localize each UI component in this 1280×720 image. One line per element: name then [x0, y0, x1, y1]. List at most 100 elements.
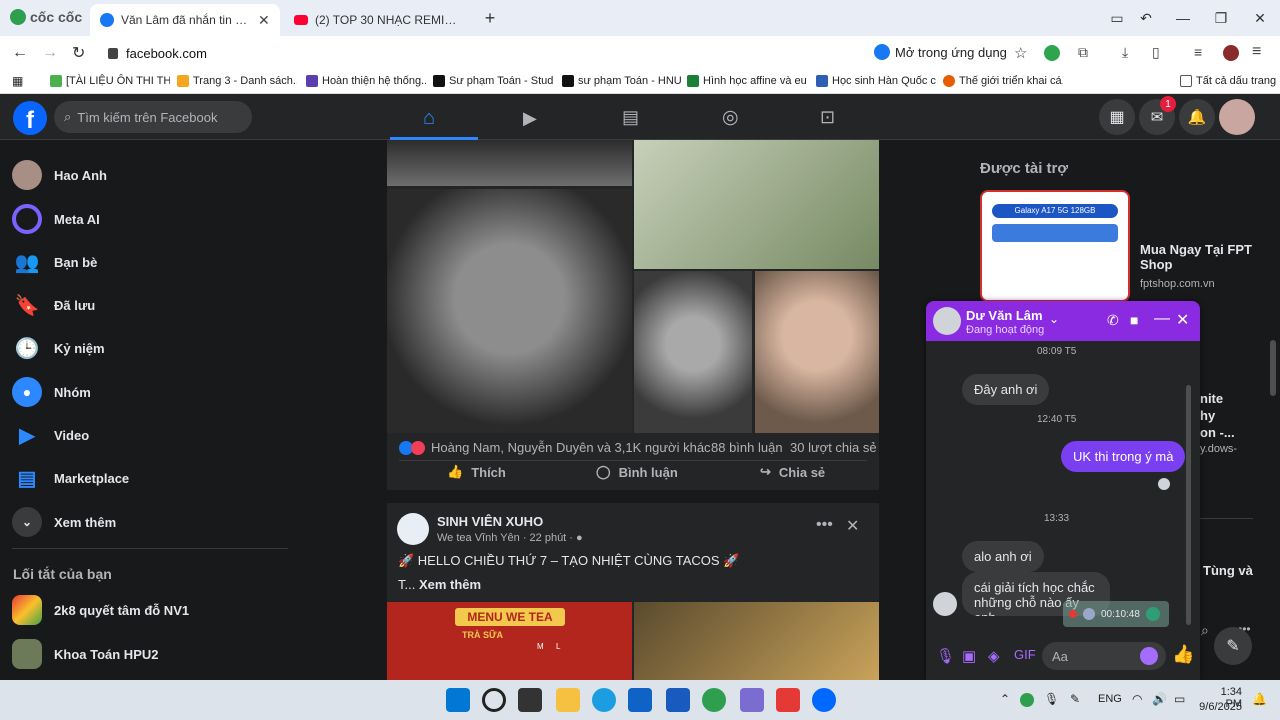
menu-grid-button[interactable]: ▦ — [1099, 99, 1135, 135]
comment-count[interactable]: 88 bình luận — [711, 440, 783, 455]
sidebar-item-see-more[interactable]: ⌄ Xem thêm — [12, 502, 116, 542]
chat-message[interactable]: UK thi trong ý mà — [1061, 441, 1186, 472]
mic-icon[interactable]: 🎙 — [1044, 692, 1059, 706]
maximize-button[interactable]: ❐ — [1211, 8, 1231, 28]
ad-image[interactable]: Galaxy A17 5G 128GB — [980, 190, 1130, 302]
snipping-tool-icon[interactable] — [740, 688, 764, 712]
reading-list-icon[interactable]: ≡ — [1194, 44, 1202, 60]
tab-marketplace[interactable]: ▤ — [622, 107, 639, 128]
bookmark-item[interactable]: Trang 3 - Danh sách... — [177, 72, 297, 90]
voice-recorder[interactable]: 00:10:48 — [1063, 601, 1169, 627]
profile-avatar[interactable] — [1223, 45, 1239, 61]
word-icon[interactable] — [666, 688, 690, 712]
bookmark-item[interactable]: Học sinh Hàn Quốc c... — [816, 72, 936, 90]
new-tab-button[interactable]: + — [480, 8, 500, 28]
menu-icon[interactable]: ≡ — [1252, 43, 1261, 61]
open-in-app-button[interactable]: Mở trong ứng dụng — [874, 44, 1007, 60]
battery-icon[interactable]: ▭ — [1174, 692, 1185, 706]
account-avatar[interactable] — [1219, 99, 1255, 135]
emoji-icon[interactable] — [1140, 647, 1158, 665]
minimize-chat-button[interactable]: — — [1154, 310, 1170, 328]
page-name[interactable]: SINH VIÊN XUHO — [437, 514, 543, 529]
sidebar-item-meta-ai[interactable]: Meta AI — [12, 199, 100, 239]
page-avatar[interactable] — [397, 513, 429, 545]
star-icon[interactable]: ☆ — [1014, 44, 1027, 62]
notification-icon[interactable]: 🔔 — [1252, 692, 1267, 706]
minimize-button[interactable]: — — [1173, 8, 1193, 28]
screen-capture-icon[interactable]: ▭ — [1107, 8, 1127, 28]
tab-gaming[interactable]: ⊡ — [820, 107, 835, 128]
tab-youtube[interactable]: (2) TOP 30 NHẠC REMIX TIKTOK — [284, 4, 474, 36]
chat-contact-name[interactable]: Dư Văn Lâm — [966, 308, 1043, 323]
download-badge-icon[interactable] — [1044, 45, 1060, 61]
chat-message[interactable]: alo anh ơi — [962, 541, 1044, 572]
video-call-icon[interactable]: ■ — [1130, 312, 1138, 328]
ad2-title[interactable]: nite — [1200, 391, 1223, 406]
tab-home[interactable]: ⌂ — [423, 107, 435, 130]
ad-title[interactable]: Mua Ngay Tại FPT Shop — [1140, 242, 1260, 272]
wifi-icon[interactable]: ◠ — [1132, 692, 1142, 706]
tray-icon[interactable] — [1020, 693, 1034, 707]
mic-icon[interactable]: 🎙 — [936, 647, 955, 665]
ad2-title[interactable]: on -... — [1200, 425, 1235, 440]
facebook-logo[interactable]: f — [13, 101, 47, 135]
share-count[interactable]: 30 lượt chia sẻ — [790, 440, 877, 455]
tab-messenger[interactable]: Văn Lâm đã nhắn tin cho bạn ✕ — [90, 4, 280, 36]
post-photo[interactable] — [387, 140, 632, 186]
back-arrow-icon[interactable]: ↶ — [1136, 8, 1156, 28]
chevron-down-icon[interactable]: ⌄ — [1049, 312, 1059, 326]
bookmark-item[interactable]: [TÀI LIỆU ÔN THI TH... — [50, 72, 170, 90]
search-input[interactable]: ⌕ Tìm kiếm trên Facebook — [54, 101, 252, 133]
start-icon[interactable] — [446, 688, 470, 712]
post-reactions[interactable]: Hoàng Nam, Nguyễn Duyên và 3,1K người kh… — [399, 440, 711, 455]
edge-icon[interactable] — [592, 688, 616, 712]
close-tab-icon[interactable]: ✕ — [258, 12, 270, 29]
sidebar-item-marketplace[interactable]: ▤ Marketplace — [12, 458, 130, 498]
all-bookmarks[interactable]: Tất cả dấu trang — [1180, 72, 1276, 90]
sidebar-item-groups[interactable]: ● Nhóm — [12, 372, 91, 412]
gif-icon[interactable]: GIF — [1014, 647, 1036, 662]
pen-icon[interactable]: ✎ — [1070, 692, 1080, 706]
task-view-icon[interactable] — [518, 688, 542, 712]
comment-button[interactable]: ◯ Bình luận — [596, 464, 678, 480]
shortcut-item[interactable]: Khoa Toán HPU2 — [12, 634, 159, 674]
coccoc-icon[interactable] — [702, 688, 726, 712]
see-more-link[interactable]: Xem thêm — [419, 577, 481, 592]
bookmark-item[interactable]: Hoàn thiện hệ thống... — [306, 72, 426, 90]
thumbs-up-icon[interactable]: 👍 — [1172, 644, 1194, 665]
downloads-icon[interactable]: ⤓ — [1122, 44, 1128, 61]
chevron-up-icon[interactable]: ⌃ — [1000, 692, 1010, 706]
post-photo[interactable] — [387, 189, 632, 433]
sidebar-item-profile[interactable]: Hao Anh — [12, 155, 107, 195]
contact-name[interactable]: Tùng và — [1203, 563, 1253, 578]
app-icon[interactable] — [776, 688, 800, 712]
search-icon[interactable] — [482, 688, 506, 712]
image-icon[interactable]: ▣ — [962, 647, 976, 665]
bookmark-item[interactable]: Sư phạm Toán - Stud... — [433, 72, 553, 90]
tab-groups[interactable]: ◎ — [722, 106, 739, 129]
ad2-title[interactable]: hy — [1200, 408, 1215, 423]
chat-avatar[interactable] — [933, 307, 961, 335]
sidebar-icon[interactable]: ▯ — [1152, 44, 1160, 61]
sidebar-item-friends[interactable]: 👥 Bạn bè — [12, 242, 98, 282]
bookmark-item[interactable]: sư phạm Toán - HNUE — [562, 72, 682, 90]
apps-icon[interactable]: ▦ — [12, 72, 23, 90]
search-contacts-icon[interactable]: ⌕ — [1201, 622, 1209, 639]
page-scrollbar[interactable] — [1270, 340, 1276, 396]
language-indicator[interactable]: ENG — [1098, 693, 1122, 705]
sidebar-item-saved[interactable]: 🔖 Đã lưu — [12, 285, 96, 325]
post-photo[interactable] — [755, 271, 879, 433]
hide-post-button[interactable]: ✕ — [846, 516, 859, 536]
shortcut-item[interactable]: 2k8 quyết tâm đỗ NV1 — [12, 590, 189, 630]
volume-icon[interactable]: 🔊 — [1152, 692, 1167, 706]
notifications-button[interactable]: 🔔 — [1179, 99, 1215, 135]
chat-scrollbar[interactable] — [1186, 385, 1191, 625]
zalo-icon[interactable] — [812, 688, 836, 712]
tab-video[interactable]: ▶ — [523, 108, 537, 129]
reload-icon[interactable]: ↻ — [72, 43, 85, 63]
new-message-button[interactable]: ✎ — [1214, 627, 1252, 665]
bookmark-item[interactable]: Thế giới triển khai cá... — [943, 72, 1063, 90]
share-button[interactable]: ↪ Chia sẻ — [760, 464, 825, 480]
file-explorer-icon[interactable] — [556, 688, 580, 712]
clock-date[interactable]: 9/6/2025 — [1198, 701, 1242, 713]
